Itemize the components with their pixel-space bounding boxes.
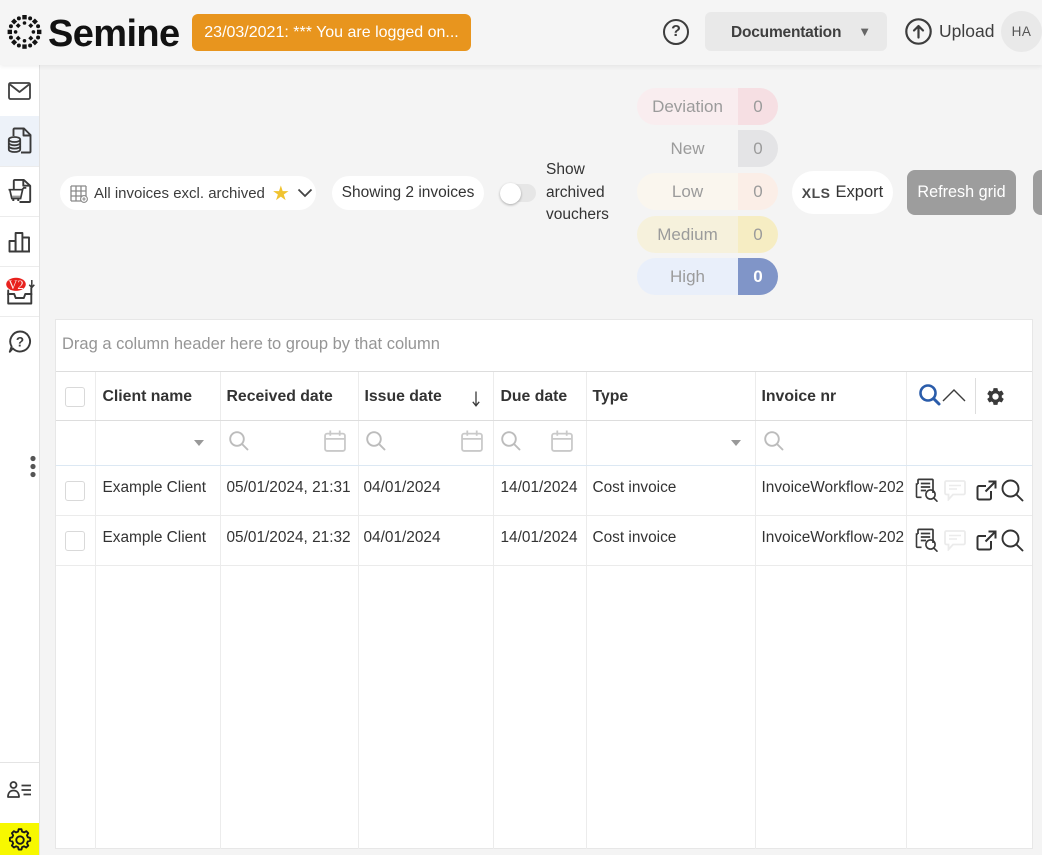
- svg-text:?: ?: [15, 334, 23, 349]
- svg-text:V2: V2: [8, 278, 23, 292]
